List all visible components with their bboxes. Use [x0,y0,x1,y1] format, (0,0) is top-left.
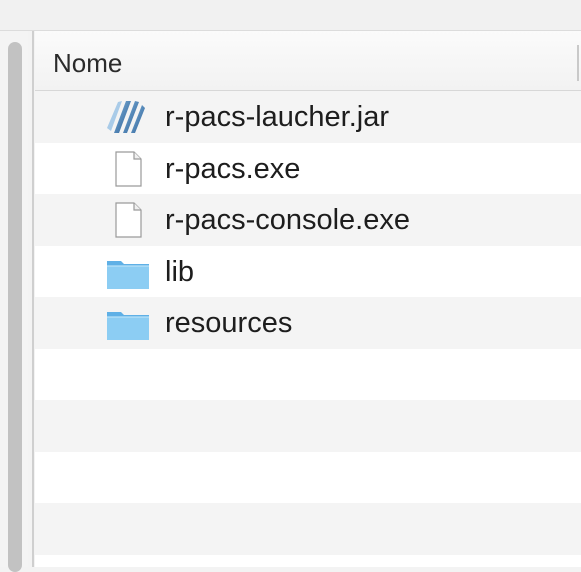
file-name: r-pacs.exe [165,152,301,185]
folder-icon [105,253,151,291]
file-row[interactable]: resources [35,297,581,349]
jar-file-icon [105,98,151,136]
file-row[interactable]: lib [35,246,581,298]
folder-icon [105,304,151,342]
pane-divider[interactable] [32,31,34,567]
empty-row [35,349,581,401]
file-name: r-pacs-laucher.jar [165,101,390,133]
file-name: r-pacs-console.exe [165,204,410,236]
vertical-scrollbar[interactable] [8,42,22,572]
file-name: lib [165,255,195,288]
column-separator[interactable] [577,45,579,81]
window-top-bar [0,0,581,31]
file-list-panel: Nome r-pacs-laucher.jar r-pacs.exe r-pac… [35,31,581,567]
column-header-bar: Nome [35,31,581,91]
document-icon [105,201,151,239]
empty-row [35,452,581,504]
file-row[interactable]: r-pacs-console.exe [35,194,581,246]
file-name: resources [165,307,293,339]
file-row[interactable]: r-pacs.exe [35,143,581,195]
column-header-name[interactable]: Nome [53,48,122,79]
file-row[interactable]: r-pacs-laucher.jar [35,91,581,143]
empty-row [35,400,581,452]
document-icon [105,150,151,188]
file-rows: r-pacs-laucher.jar r-pacs.exe r-pacs-con… [35,91,581,555]
empty-row [35,503,581,555]
